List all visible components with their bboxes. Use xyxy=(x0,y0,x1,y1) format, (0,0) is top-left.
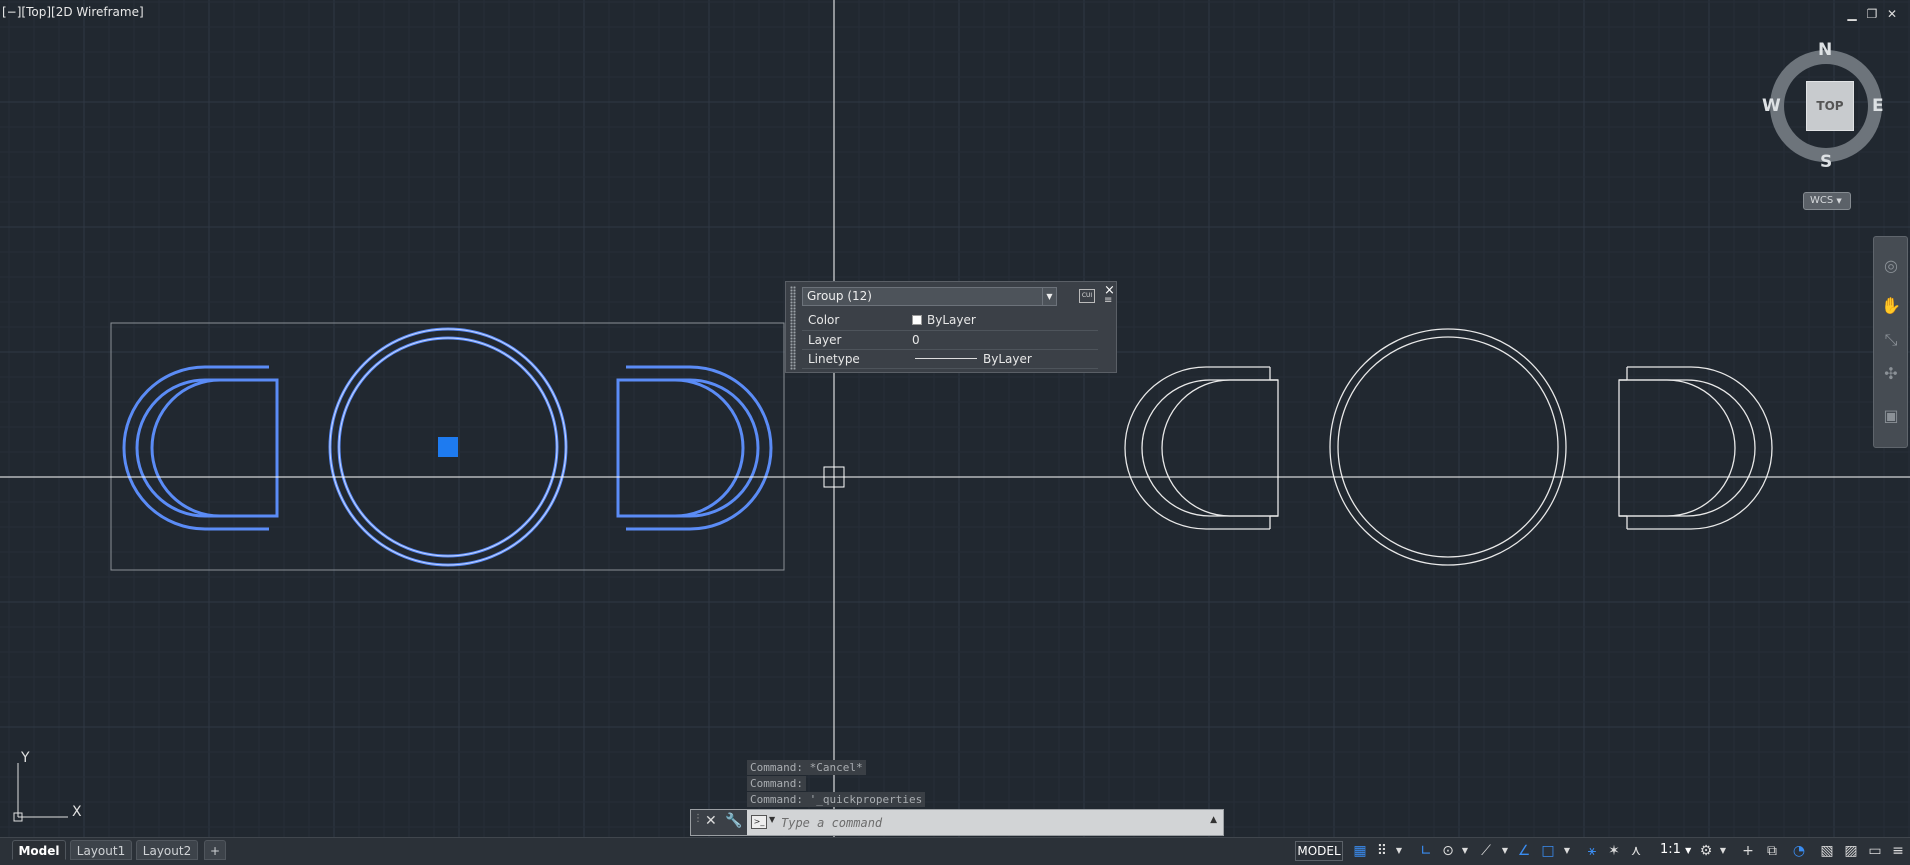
chevron-down-icon[interactable]: ▼ xyxy=(769,815,775,824)
selection-value: Group (12) xyxy=(807,289,872,303)
chair-right-selected[interactable] xyxy=(616,365,773,531)
close-icon[interactable]: ✕ xyxy=(705,813,717,829)
clean-screen-icon[interactable]: ▭ xyxy=(1866,842,1884,860)
chevron-down-icon[interactable]: ▼ xyxy=(1500,842,1510,860)
steering-wheel-icon[interactable]: ◎ xyxy=(1880,255,1902,277)
auto-scale-icon[interactable]: ✶ xyxy=(1606,842,1622,860)
command-prompt-icon[interactable]: >_ xyxy=(751,815,767,829)
showmotion-icon[interactable]: ▣ xyxy=(1880,405,1902,427)
chevron-down-icon[interactable]: ▼ xyxy=(1042,288,1056,305)
color-swatch-icon xyxy=(912,315,922,326)
compass-east[interactable]: E xyxy=(1872,96,1884,116)
linetype-value: ByLayer xyxy=(983,351,1032,366)
ucs-icon xyxy=(13,763,68,822)
crosshair-cursor xyxy=(0,0,1910,837)
command-input[interactable] xyxy=(781,813,1181,832)
minimize-icon[interactable]: ▁ xyxy=(1846,7,1858,21)
command-line-grip[interactable]: ⋮ xyxy=(693,813,703,824)
command-line: ⋮ ✕ 🔧 >_ ▼ ▲ xyxy=(690,809,1224,836)
quick-properties-icon[interactable]: ◔ xyxy=(1790,842,1808,860)
isolate-objects-icon[interactable]: ▧ xyxy=(1818,842,1836,860)
chevron-down-icon[interactable]: ▼ xyxy=(1718,842,1728,860)
properties-table: Color ByLayer Layer 0 Linetype ByLayer xyxy=(802,311,1098,369)
status-bar: Model Layout1 Layout2 + MODEL ▦ ⠿ ▼ ∟ ⊙ … xyxy=(0,837,1910,865)
viewport-controls[interactable]: [−][Top][2D Wireframe] xyxy=(2,5,144,19)
tab-model[interactable]: Model xyxy=(12,840,66,860)
viewcube[interactable]: TOP N S E W xyxy=(1760,40,1892,172)
chair-left-selected[interactable] xyxy=(122,365,279,531)
zoom-extents-icon[interactable]: ⤡ xyxy=(1880,329,1902,351)
object-snap-icon[interactable]: □ xyxy=(1540,842,1556,860)
color-value: ByLayer xyxy=(927,313,976,328)
ortho-icon[interactable]: ∟ xyxy=(1418,842,1434,860)
scale-value: 1:1 xyxy=(1660,842,1681,857)
palette-options-icon[interactable]: ≡ xyxy=(1104,296,1112,306)
command-history-line: Command: *Cancel* xyxy=(747,760,866,775)
property-value[interactable]: ByLayer xyxy=(912,311,1098,331)
property-row-linetype[interactable]: Linetype ByLayer xyxy=(802,349,1098,369)
gear-icon[interactable]: ⚙ xyxy=(1698,842,1714,860)
drawing-viewport[interactable]: Y X [−][Top][2D Wireframe] ▁ ❐ ✕ Group (… xyxy=(0,0,1910,837)
hardware-acceleration-icon[interactable]: ▨ xyxy=(1842,842,1860,860)
add-layout-button[interactable]: + xyxy=(204,840,226,860)
add-icon[interactable]: + xyxy=(1740,842,1756,860)
grid xyxy=(0,0,1910,837)
close-icon[interactable]: ✕ xyxy=(1886,7,1898,21)
model-space-toggle[interactable]: MODEL xyxy=(1295,841,1343,861)
compass-west[interactable]: W xyxy=(1762,96,1781,116)
viewcube-top-face[interactable]: TOP xyxy=(1806,81,1854,131)
command-history-line: Command: '_quickproperties xyxy=(747,792,926,807)
chair-left[interactable] xyxy=(1124,366,1279,530)
chevron-down-icon[interactable]: ▼ xyxy=(1460,842,1470,860)
annotation-scale-icon[interactable]: ⋏ xyxy=(1628,842,1644,860)
wcs-label: WCS xyxy=(1810,195,1834,206)
table[interactable] xyxy=(1329,328,1567,566)
palette-grip[interactable] xyxy=(790,286,796,370)
unselected-group[interactable] xyxy=(1124,328,1773,566)
ucs-x-label: X xyxy=(72,804,82,820)
drawing-canvas[interactable]: Y X xyxy=(0,0,1910,837)
property-value[interactable]: ByLayer xyxy=(912,349,1098,369)
command-line-tools: ⋮ ✕ 🔧 xyxy=(691,810,747,835)
isodraft-icon[interactable]: ⟋ xyxy=(1478,842,1494,860)
grid-icon[interactable]: ▦ xyxy=(1352,842,1368,860)
chevron-down-icon[interactable]: ▼ xyxy=(1394,842,1404,860)
property-value[interactable]: 0 xyxy=(912,330,1098,350)
restore-icon[interactable]: ❐ xyxy=(1866,7,1878,21)
group-grip[interactable] xyxy=(438,437,458,457)
annotation-visibility-icon[interactable]: ⚹ xyxy=(1584,842,1600,860)
ucs-y-label: Y xyxy=(20,750,30,766)
property-label: Color xyxy=(802,311,912,331)
wcs-menu[interactable]: WCS ▼ xyxy=(1803,192,1851,210)
chevron-up-icon[interactable]: ▲ xyxy=(1210,815,1217,825)
wrench-icon[interactable]: 🔧 xyxy=(725,813,742,829)
tab-layout2[interactable]: Layout2 xyxy=(136,840,198,860)
snap-icon[interactable]: ⠿ xyxy=(1374,842,1390,860)
orbit-icon[interactable]: ✣ xyxy=(1880,363,1902,385)
chevron-down-icon: ▼ xyxy=(1685,846,1692,855)
chevron-down-icon: ▼ xyxy=(1836,197,1842,205)
property-label: Linetype xyxy=(802,349,912,369)
chevron-down-icon[interactable]: ▼ xyxy=(1562,842,1572,860)
selection-dropdown[interactable]: Group (12) ▼ xyxy=(802,287,1057,306)
polar-icon[interactable]: ⊙ xyxy=(1440,842,1456,860)
annotation-scale[interactable]: 1:1 ▼ xyxy=(1660,842,1691,857)
property-row-layer[interactable]: Layer 0 xyxy=(802,330,1098,350)
linetype-preview xyxy=(915,357,977,359)
customization-menu-icon[interactable]: ≡ xyxy=(1890,842,1906,860)
compass-north[interactable]: N xyxy=(1818,40,1832,60)
customize-icon[interactable]: CUI xyxy=(1079,289,1095,303)
viewport-window-buttons: ▁ ❐ ✕ xyxy=(1846,7,1898,21)
tab-layout1[interactable]: Layout1 xyxy=(70,840,132,860)
command-history-line: Command: xyxy=(747,776,806,791)
object-snap-tracking-icon[interactable]: ∠ xyxy=(1516,842,1532,860)
quick-properties-palette: Group (12) ▼ CUI × ≡ Color ByLayer Layer… xyxy=(785,281,1117,373)
compass-south[interactable]: S xyxy=(1820,152,1832,172)
property-row-color[interactable]: Color ByLayer xyxy=(802,311,1098,331)
navigation-bar: ◎ ✋ ⤡ ✣ ▣ xyxy=(1873,236,1908,448)
property-label: Layer xyxy=(802,330,912,350)
units-icon[interactable]: ⧉ xyxy=(1764,842,1780,860)
pan-icon[interactable]: ✋ xyxy=(1880,295,1902,317)
chair-right[interactable] xyxy=(1618,366,1773,530)
